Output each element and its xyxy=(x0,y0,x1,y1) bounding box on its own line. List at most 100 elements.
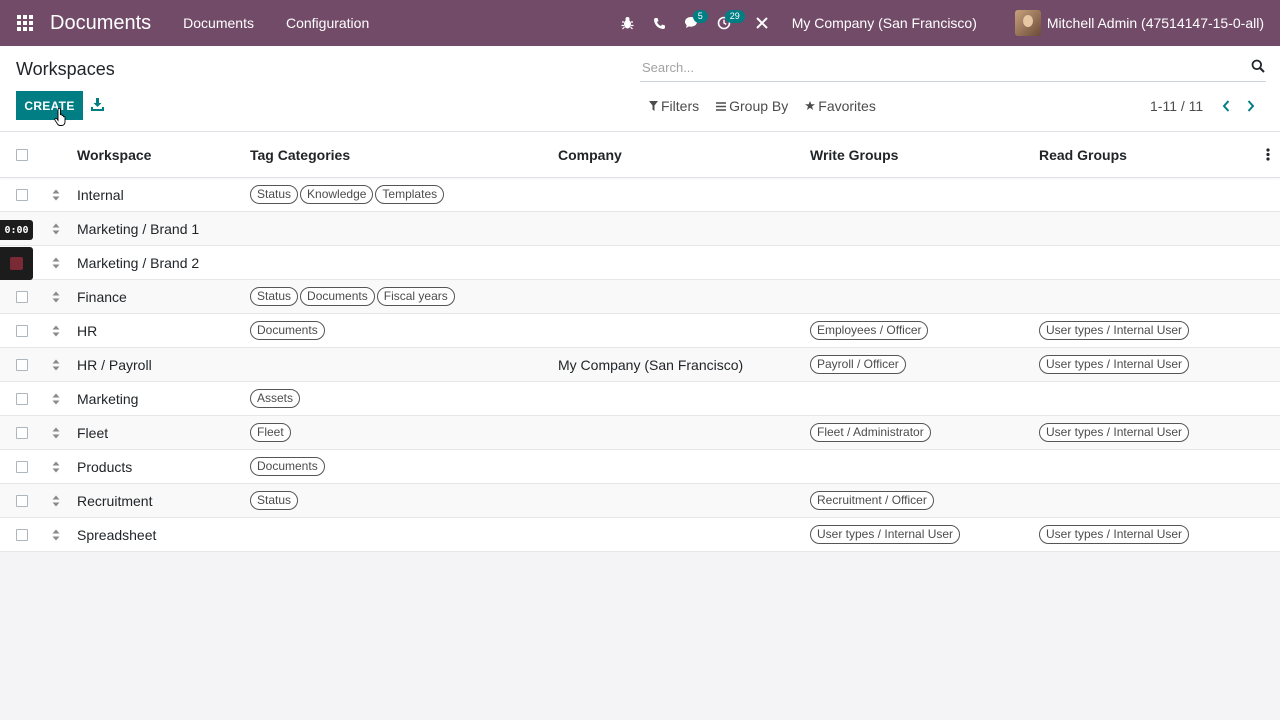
header-company[interactable]: Company xyxy=(558,147,810,163)
drag-handle-icon[interactable] xyxy=(44,325,77,337)
apps-menu-icon[interactable] xyxy=(0,0,50,46)
header-workspace[interactable]: Workspace xyxy=(77,147,250,163)
header-write-groups[interactable]: Write Groups xyxy=(810,147,1039,163)
workspace-name: Recruitment xyxy=(77,492,153,509)
row-checkbox[interactable] xyxy=(16,460,28,473)
optional-columns-icon[interactable] xyxy=(1256,148,1280,161)
tag-badge: Documents xyxy=(250,321,325,340)
workspace-name: Internal xyxy=(77,186,124,203)
search-input[interactable] xyxy=(640,54,1240,80)
table-row[interactable]: Spreadsheet User types / Internal User U… xyxy=(0,518,1280,552)
drag-handle-icon[interactable] xyxy=(44,223,77,235)
pager-value[interactable]: 1-11 / 11 xyxy=(1150,98,1203,114)
hand-cursor-icon xyxy=(54,107,67,129)
table-row[interactable]: Products Documents xyxy=(0,450,1280,484)
workspace-name: Fleet xyxy=(77,424,109,441)
drag-handle-icon[interactable] xyxy=(44,257,77,269)
company-switcher[interactable]: My Company (San Francisco) xyxy=(778,15,993,31)
menu-documents[interactable]: Documents xyxy=(167,0,270,46)
header-tag-categories[interactable]: Tag Categories xyxy=(250,147,558,163)
select-all-checkbox[interactable] xyxy=(16,148,28,161)
table-row[interactable]: Fleet Fleet Fleet / Administrator User t… xyxy=(0,416,1280,450)
company-cell: My Company (San Francisco) xyxy=(558,356,744,373)
drag-handle-icon[interactable] xyxy=(44,359,77,371)
drag-handle-icon[interactable] xyxy=(44,427,77,439)
search-icon[interactable] xyxy=(1251,59,1265,76)
avatar xyxy=(1014,10,1041,36)
workspace-name: HR / Payroll xyxy=(77,356,152,373)
favorites-button[interactable]: Favorites xyxy=(805,98,876,114)
header-read-groups[interactable]: Read Groups xyxy=(1039,147,1256,163)
drag-handle-icon[interactable] xyxy=(44,529,77,541)
menu-configuration[interactable]: Configuration xyxy=(270,0,385,46)
table-row[interactable]: Recruitment Status Recruitment / Officer xyxy=(0,484,1280,518)
table-row[interactable]: Marketing / Brand 2 xyxy=(0,246,1280,280)
tag-categories-cell: Documents xyxy=(250,321,558,340)
phone-icon[interactable] xyxy=(644,0,676,46)
list-icon xyxy=(716,101,727,111)
stop-recording-button[interactable] xyxy=(0,247,33,280)
pager-next-icon[interactable] xyxy=(1240,100,1262,112)
activities-icon[interactable]: 29 xyxy=(708,0,745,46)
tag-categories-cell: Status Knowledge Templates xyxy=(250,185,558,204)
workspace-name: Products xyxy=(77,458,133,475)
recording-timer: 0:00 xyxy=(0,220,33,240)
table-row[interactable]: Marketing Assets xyxy=(0,382,1280,416)
read-groups-cell: User types / Internal User xyxy=(1039,423,1256,442)
tag-categories-cell: Status xyxy=(250,491,558,510)
row-checkbox[interactable] xyxy=(16,494,28,507)
drag-handle-icon[interactable] xyxy=(44,393,77,405)
app-brand[interactable]: Documents xyxy=(50,12,151,35)
workspace-name: Marketing / Brand 1 xyxy=(77,220,200,237)
user-menu[interactable]: Mitchell Admin (47514147-15-0-all) xyxy=(993,10,1280,36)
row-checkbox[interactable] xyxy=(16,188,28,201)
star-icon xyxy=(805,101,816,110)
read-group-badge: User types / Internal User xyxy=(1039,423,1190,442)
control-panel: Workspaces CREATE Filters Group By Favor… xyxy=(0,46,1280,132)
filters-button[interactable]: Filters xyxy=(649,98,699,114)
table-row[interactable]: Finance Status Documents Fiscal years xyxy=(0,280,1280,314)
table-header: Workspace Tag Categories Company Write G… xyxy=(0,132,1280,178)
read-group-badge: User types / Internal User xyxy=(1039,321,1190,340)
drag-handle-icon[interactable] xyxy=(44,189,77,201)
workspace-name: HR xyxy=(77,322,98,339)
write-group-badge: Payroll / Officer xyxy=(810,355,906,374)
write-group-badge: Recruitment / Officer xyxy=(810,491,934,510)
user-name: Mitchell Admin (47514147-15-0-all) xyxy=(1046,15,1264,31)
write-groups-cell: Fleet / Administrator xyxy=(810,423,1039,442)
pager-previous-icon[interactable] xyxy=(1215,100,1237,112)
search-bar xyxy=(640,54,1266,82)
row-checkbox[interactable] xyxy=(16,392,28,405)
drag-handle-icon[interactable] xyxy=(44,291,77,303)
tag-badge: Templates xyxy=(375,185,445,204)
tag-categories-cell: Documents xyxy=(250,457,558,476)
row-checkbox[interactable] xyxy=(16,358,28,371)
create-button[interactable]: CREATE xyxy=(16,91,83,120)
bug-icon[interactable] xyxy=(612,0,644,46)
write-groups-cell: Recruitment / Officer xyxy=(810,491,1039,510)
drag-handle-icon[interactable] xyxy=(44,495,77,507)
drag-handle-icon[interactable] xyxy=(44,461,77,473)
tag-badge: Status xyxy=(250,491,299,510)
write-groups-cell: User types / Internal User xyxy=(810,525,1039,544)
table-row[interactable]: Marketing / Brand 1 xyxy=(0,212,1280,246)
row-checkbox[interactable] xyxy=(16,426,28,439)
workspace-list: Workspace Tag Categories Company Write G… xyxy=(0,132,1280,552)
download-icon[interactable] xyxy=(91,98,104,114)
tag-badge: Fiscal years xyxy=(376,287,455,306)
read-group-badge: User types / Internal User xyxy=(1039,525,1190,544)
row-checkbox[interactable] xyxy=(16,528,28,541)
row-checkbox[interactable] xyxy=(16,324,28,337)
tag-categories-cell: Assets xyxy=(250,389,558,408)
table-row[interactable]: Internal Status Knowledge Templates xyxy=(0,178,1280,212)
tag-badge: Documents xyxy=(250,457,325,476)
messages-icon[interactable]: 5 xyxy=(676,0,708,46)
tools-icon[interactable] xyxy=(746,0,778,46)
table-row[interactable]: HR Documents Employees / Officer User ty… xyxy=(0,314,1280,348)
write-group-badge: User types / Internal User xyxy=(810,525,961,544)
groupby-button[interactable]: Group By xyxy=(716,98,788,114)
messages-badge: 5 xyxy=(692,10,708,23)
row-checkbox[interactable] xyxy=(16,290,28,303)
search-options: Filters Group By Favorites xyxy=(649,98,893,114)
table-row[interactable]: HR / Payroll My Company (San Francisco) … xyxy=(0,348,1280,382)
